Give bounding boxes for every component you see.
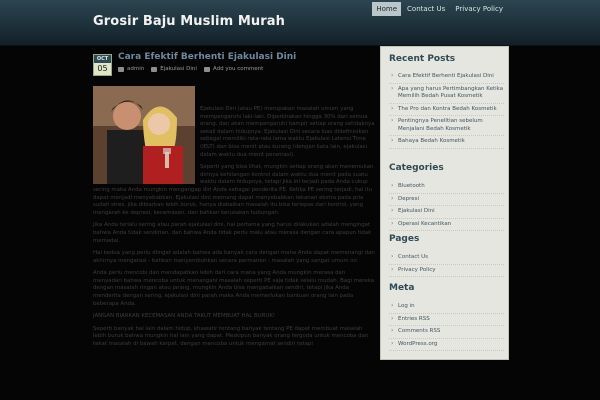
list-item[interactable]: Bluetooth bbox=[389, 181, 504, 194]
list-item[interactable]: Log in bbox=[389, 301, 504, 314]
post-paragraph: Seperti banyak hal lain dalam hidup, kha… bbox=[93, 325, 369, 348]
nav-contact-us[interactable]: Contact Us bbox=[403, 2, 449, 16]
comment-icon bbox=[203, 66, 210, 72]
site-header: Grosir Baju Muslim Murah Home Contact Us… bbox=[0, 0, 600, 46]
list-item[interactable]: Contact Us bbox=[389, 252, 504, 265]
list-item[interactable]: Ejakulasi Dini bbox=[389, 206, 504, 219]
post-paragraph: Anda perlu mencobi dan mendapatkan lebih… bbox=[93, 270, 375, 307]
site-title[interactable]: Grosir Baju Muslim Murah bbox=[93, 14, 285, 29]
recent-posts-list: Cara Efektif Berhenti Ejakulasi Dini Apa… bbox=[389, 71, 504, 149]
date-month: OCT bbox=[94, 55, 111, 63]
post-paragraph: Hal kedua yang perlu diingat adalah bahw… bbox=[93, 250, 375, 264]
post-title[interactable]: Cara Efektif Berhenti Ejakulasi Dini bbox=[118, 52, 378, 62]
nav-privacy-policy[interactable]: Privacy Policy bbox=[451, 2, 507, 16]
pages-title: Pages bbox=[389, 234, 420, 244]
post-author[interactable]: admin bbox=[127, 66, 144, 72]
post-paragraph: JANGAN BIARKAN KECEMASAN ANDA TAKUT MEMB… bbox=[93, 313, 276, 320]
list-item[interactable]: Pentingnya Penelitian sebelum Menjalani … bbox=[389, 116, 504, 136]
list-item[interactable]: Cara Efektif Berhenti Ejakulasi Dini bbox=[389, 71, 504, 84]
categories-title: Categories bbox=[389, 163, 444, 173]
pages-list: Contact Us Privacy Policy bbox=[389, 252, 504, 277]
couple-photo-illustration bbox=[93, 86, 195, 184]
list-item[interactable]: WordPress.org bbox=[389, 339, 504, 351]
list-item[interactable]: Bahaya Bedah Kosmetik bbox=[389, 136, 504, 149]
list-item[interactable]: The Pro dan Kontra Bedah Kosmetik bbox=[389, 104, 504, 116]
list-item[interactable]: Comments RSS bbox=[389, 326, 504, 339]
recent-posts-title: Recent Posts bbox=[389, 54, 456, 64]
post-comment-link[interactable]: Add you comment bbox=[213, 66, 263, 72]
list-item[interactable]: Privacy Policy bbox=[389, 265, 504, 277]
date-badge: OCT 05 bbox=[93, 54, 112, 76]
meta-list: Log in Entries RSS Comments RSS WordPres… bbox=[389, 301, 504, 351]
categories-list: Bluetooth Depresi Ejakulasi Dini Operasi… bbox=[389, 181, 504, 231]
nav-home[interactable]: Home bbox=[372, 2, 402, 16]
list-item[interactable]: Operasi Kecantikan bbox=[389, 219, 504, 231]
sidebar: Recent Posts Cara Efektif Berhenti Ejaku… bbox=[380, 46, 509, 360]
post-image bbox=[93, 86, 195, 184]
meta-title: Meta bbox=[389, 283, 415, 293]
date-day: 05 bbox=[97, 64, 108, 73]
post-paragraph: Jika Anda terlalu sering atau parah ejak… bbox=[93, 222, 372, 244]
post-meta: admin Ejakulasi Dini Add you comment bbox=[118, 66, 263, 72]
list-item[interactable]: Entries RSS bbox=[389, 314, 504, 326]
user-icon bbox=[118, 66, 124, 72]
list-item[interactable]: Depresi bbox=[389, 194, 504, 206]
folder-icon bbox=[151, 66, 158, 72]
main-nav: Home Contact Us Privacy Policy bbox=[372, 2, 507, 16]
list-item[interactable]: Apa yang harus Pertimbangkan Ketika Memi… bbox=[389, 84, 504, 104]
post-category[interactable]: Ejakulasi Dini bbox=[160, 66, 197, 72]
